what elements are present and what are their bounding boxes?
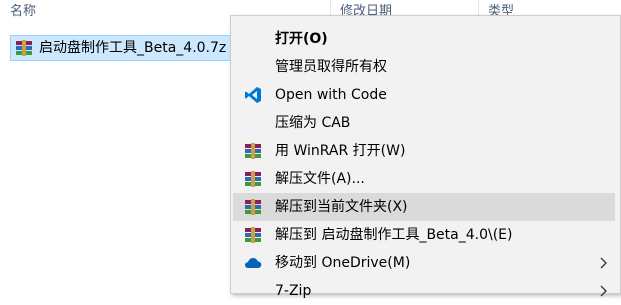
file-name: 启动盘制作工具_Beta_4.0.7z [39,40,227,56]
menu-item-label: 管理员取得所有权 [275,59,387,75]
context-menu: 打开(O) 管理员取得所有权 Open with Code 压缩为 CAB 用 … [230,15,621,299]
menu-item-label: 解压到 启动盘制作工具_Beta_4.0\(E) [275,227,513,243]
winrar-icon [245,143,261,159]
chevron-right-icon [600,285,607,297]
menu-item-extract-to-folder[interactable]: 解压到 启动盘制作工具_Beta_4.0\(E) [233,221,615,249]
vscode-icon [245,87,261,103]
menu-item-label: 解压文件(A)... [275,171,365,187]
menu-item-label: Open with Code [275,87,387,103]
menu-item-label: 7-Zip [275,283,312,299]
menu-item-label: 移动到 OneDrive(M) [275,255,411,271]
menu-item-move-to-onedrive[interactable]: 移动到 OneDrive(M) [233,249,615,277]
winrar-icon [245,227,261,243]
menu-item-take-ownership[interactable]: 管理员取得所有权 [233,53,615,81]
selected-file-row[interactable]: 启动盘制作工具_Beta_4.0.7z [10,35,235,61]
menu-item-compress-cab[interactable]: 压缩为 CAB [233,109,615,137]
menu-item-extract-here[interactable]: 解压到当前文件夹(X) [233,193,615,221]
menu-item-open-with-winrar[interactable]: 用 WinRAR 打开(W) [233,137,615,165]
menu-item-label: 压缩为 CAB [275,115,351,131]
menu-item-7zip[interactable]: 7-Zip [233,277,615,305]
menu-item-open-with-code[interactable]: Open with Code [233,81,615,109]
menu-item-open[interactable]: 打开(O) [233,25,615,53]
menu-item-label: 用 WinRAR 打开(W) [275,143,406,159]
chevron-right-icon [600,257,607,269]
onedrive-icon [245,258,262,268]
menu-item-extract-files[interactable]: 解压文件(A)... [233,165,615,193]
winrar-archive-icon [16,40,32,56]
menu-item-label: 打开(O) [275,31,328,47]
menu-item-label: 解压到当前文件夹(X) [275,199,408,215]
winrar-icon [245,199,261,215]
winrar-icon [245,171,261,187]
